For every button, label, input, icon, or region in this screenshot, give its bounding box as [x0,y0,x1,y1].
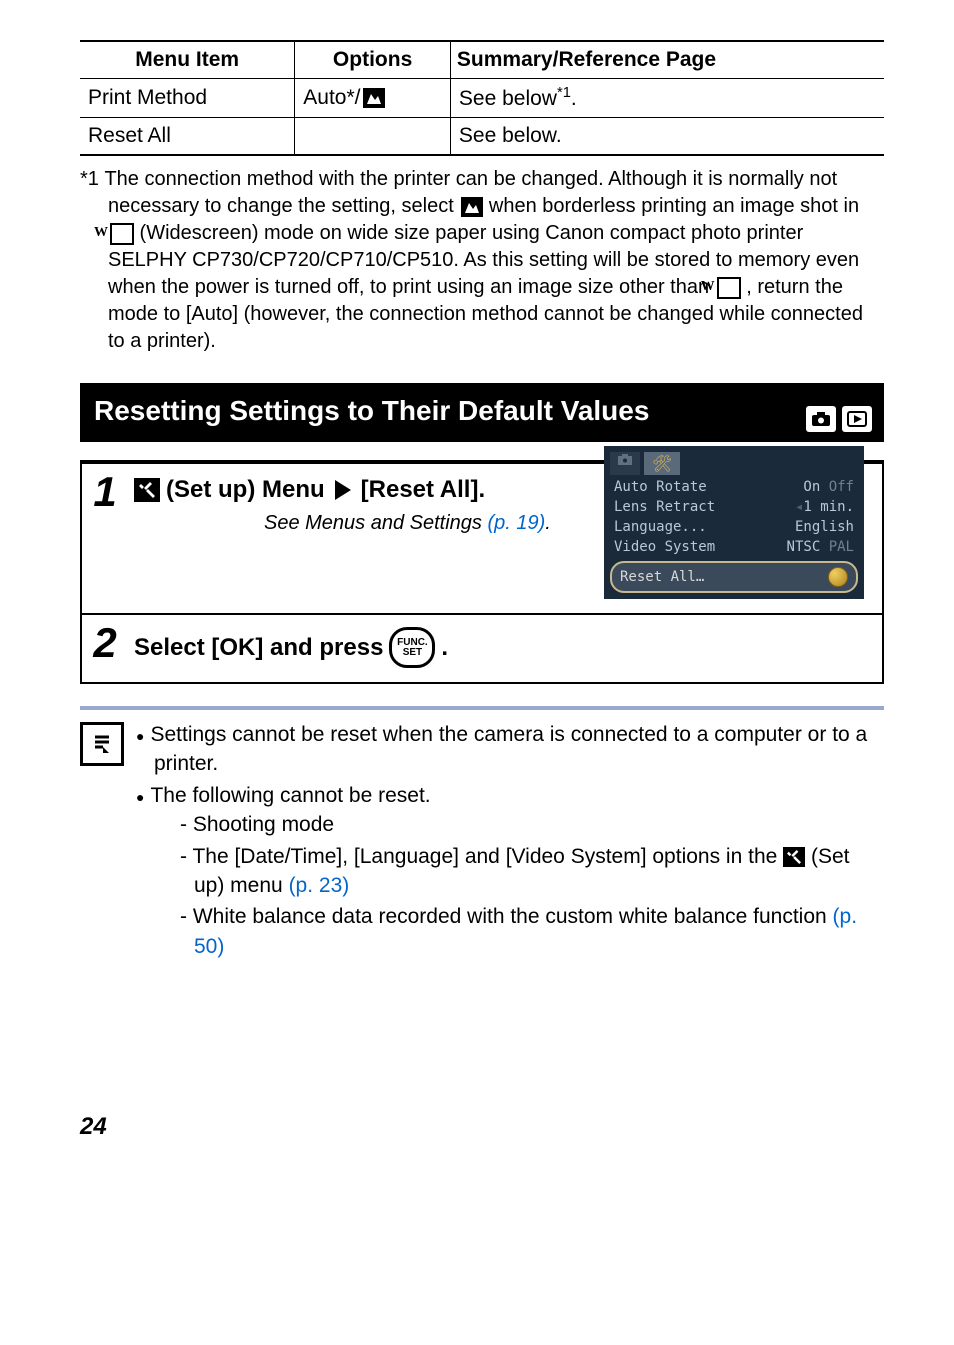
note-subitem: The [Date/Time], [Language] and [Video S… [180,842,884,901]
note-block: Settings cannot be reset when the camera… [80,706,884,963]
reset-all-highlight: Reset All… [610,561,858,593]
step-number: 2 [82,615,128,682]
page-link[interactable]: (p. 19) [487,512,545,534]
step-number: 1 [82,464,128,613]
cell-menu: Reset All [80,118,295,156]
func-set-button-icon: FUNC. SET [389,627,435,668]
col-menu-item: Menu Item [80,41,295,79]
step-2: 2 Select [OK] and press FUNC. SET . [82,615,882,682]
camera-mode-icon [806,406,836,432]
note-subitem: Shooting mode [180,810,884,839]
right-triangle-icon [335,480,351,500]
cell-menu: Print Method [80,79,295,118]
widescreen-icon: W [717,277,741,299]
note-item: The following cannot be reset. Shooting … [136,781,884,961]
steps-box: 1 🛠 Auto RotateOn Off Lens Retract◂1 min… [80,460,884,684]
step-title: (Set up) Menu [Reset All]. [134,476,604,504]
note-item: Settings cannot be reset when the camera… [136,720,884,779]
table-row: Reset All See below. [80,118,884,156]
pictbridge-icon [461,197,483,217]
camera-tab-icon [610,452,640,475]
tools-tab-icon: 🛠 [644,452,680,475]
table-row: Print Method Auto*/ See below*1. [80,79,884,118]
cell-option [295,118,451,156]
cell-summary: See below. [450,118,884,156]
set-button-icon [828,567,848,587]
settings-table: Menu Item Options Summary/Reference Page… [80,40,884,156]
playback-mode-icon [842,406,872,432]
note-subitem: White balance data recorded with the cus… [180,902,884,961]
section-heading: Resetting Settings to Their Default Valu… [80,383,884,442]
page-number: 24 [80,1113,884,1141]
pictbridge-icon [363,88,385,108]
widescreen-icon: W [110,223,134,245]
step-title: Select [OK] and press FUNC. SET . [134,627,870,668]
col-summary: Summary/Reference Page [450,41,884,79]
cell-option: Auto*/ [295,79,451,118]
setup-menu-icon [134,478,160,502]
cell-summary: See below*1. [450,79,884,118]
setup-menu-icon [783,847,805,867]
col-options: Options [295,41,451,79]
camera-menu-screenshot: 🛠 Auto RotateOn Off Lens Retract◂1 min. … [604,446,864,599]
page-link[interactable]: (p. 23) [289,874,350,897]
memo-icon [80,722,124,766]
step-1: 1 🛠 Auto RotateOn Off Lens Retract◂1 min… [82,464,882,615]
footnote: *1 The connection method with the printe… [80,166,884,355]
